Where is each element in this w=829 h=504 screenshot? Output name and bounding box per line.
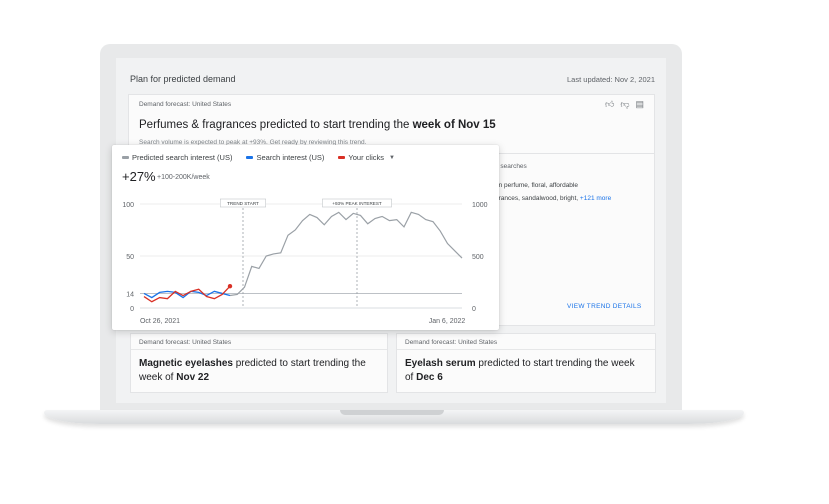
top-searches-label: p searches xyxy=(495,163,527,170)
thumbs-down-icon[interactable]: 👎︎ xyxy=(620,99,629,110)
x-tick-label-end: Jan 6, 2022 xyxy=(429,318,466,325)
card-divider xyxy=(131,349,387,350)
forecast-headline: Perfumes & fragrances predicted to start… xyxy=(139,119,639,131)
headline-mid: predicted to start trending the xyxy=(256,119,413,131)
laptop-notch xyxy=(340,410,444,415)
series-line-predicted xyxy=(229,211,463,297)
view-trend-details-button[interactable]: VIEW TREND DETAILS xyxy=(567,303,642,310)
forecast-label: Demand forecast: United States xyxy=(139,101,232,108)
y-left-tick-label: 50 xyxy=(126,254,134,261)
forecast-label: Demand forecast: United States xyxy=(139,339,232,346)
forecast-headline: Eyelash serum predicted to start trendin… xyxy=(405,357,645,385)
y-left-tick-label: 14 xyxy=(126,291,134,298)
headline-week: Dec 6 xyxy=(416,372,443,383)
headline-category: Eyelash serum xyxy=(405,358,476,369)
headline-week: week of Nov 15 xyxy=(412,119,496,131)
forecast-headline: Magnetic eyelashes predicted to start tr… xyxy=(139,357,379,385)
forecast-card-eyelash-serum[interactable]: Demand forecast: United States Eyelash s… xyxy=(396,333,656,393)
top-search-terms-2: grances, sandalwood, bright, +121 more xyxy=(495,195,611,202)
headline-category: Perfumes & fragrances xyxy=(139,119,257,131)
headline-category: Magnetic eyelashes xyxy=(139,358,233,369)
more-searches-link[interactable]: +121 more xyxy=(580,195,611,202)
y-right-tick-label: 0 xyxy=(472,306,476,313)
y-left-tick-label: 0 xyxy=(130,306,134,313)
trend-chart-card: Predicted search interest (US) Search in… xyxy=(112,145,499,330)
card-divider xyxy=(397,349,655,350)
peak-interest-label: +93% PEAK INTEREST xyxy=(332,201,382,206)
y-left-tick-label: 100 xyxy=(122,202,134,209)
feedback-buttons: 👍︎ 👎︎ ▤ xyxy=(605,99,644,110)
last-updated-text: Last updated: Nov 2, 2021 xyxy=(567,75,655,84)
y-right-tick-label: 500 xyxy=(472,254,484,261)
comment-icon[interactable]: ▤ xyxy=(635,99,644,110)
top-search-terms-2-text: grances, sandalwood, bright, xyxy=(495,195,580,202)
y-right-tick-label: 1000 xyxy=(472,202,488,209)
forecast-label: Demand forecast: United States xyxy=(405,339,498,346)
trend-line-chart: 100 50 14 0 1000 500 0 Oct 26, 2021 Jan 6, 2022 T… xyxy=(122,198,488,325)
thumbs-up-icon[interactable]: 👍︎ xyxy=(605,99,614,110)
page-title: Plan for predicted demand xyxy=(130,74,236,84)
trend-start-label: TREND START xyxy=(227,201,259,206)
forecast-card-magnetic-eyelashes[interactable]: Demand forecast: United States Magnetic … xyxy=(130,333,388,393)
clicks-end-point xyxy=(227,283,233,289)
top-search-terms-1: an perfume, floral, affordable xyxy=(495,182,578,189)
x-tick-label-start: Oct 26, 2021 xyxy=(140,318,180,325)
headline-week: Nov 22 xyxy=(176,372,210,383)
